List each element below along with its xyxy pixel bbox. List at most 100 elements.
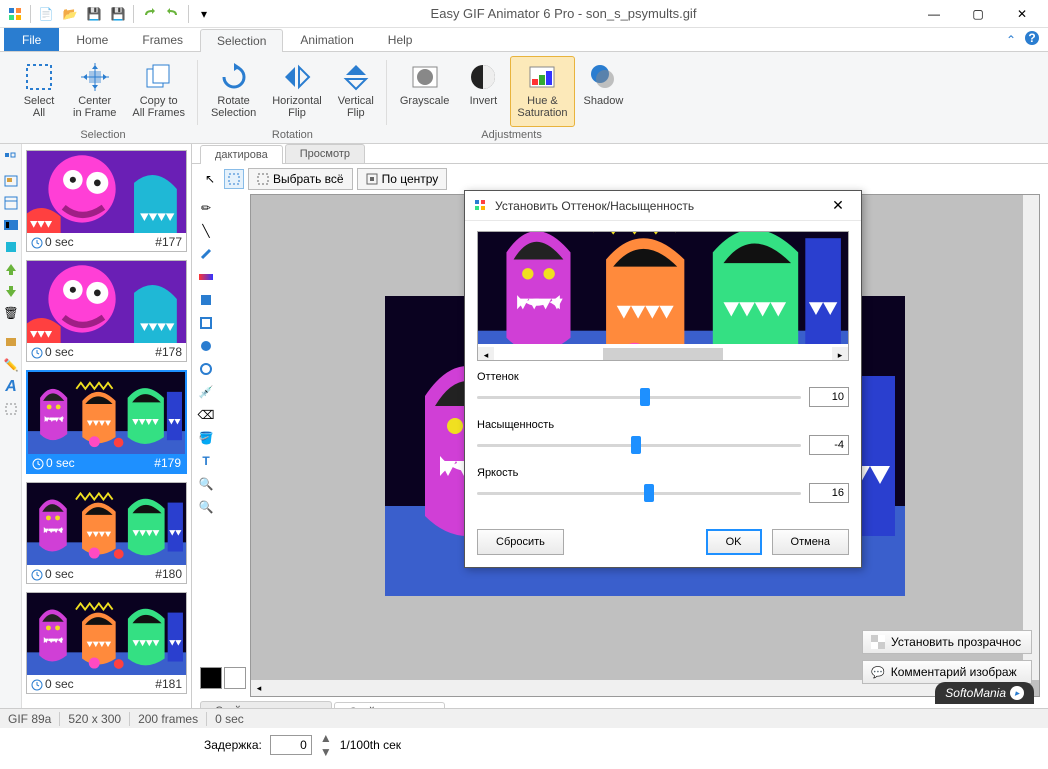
slider-thumb[interactable] — [631, 436, 641, 454]
eraser-icon[interactable]: ⌫ — [196, 405, 216, 425]
menu-tab-frames[interactable]: Frames — [125, 28, 200, 51]
menu-tab-home[interactable]: Home — [59, 28, 125, 51]
rect-outline-icon[interactable] — [196, 313, 216, 333]
new-icon[interactable]: 📄 — [35, 3, 57, 25]
slider-value-input[interactable] — [809, 483, 849, 503]
tool-icon[interactable] — [2, 238, 20, 256]
zoom-in-icon[interactable]: 🔍 — [196, 474, 216, 494]
frame-item[interactable]: 0 sec#180 — [26, 482, 187, 584]
ribbon-shadow-button[interactable]: Shadow — [577, 56, 631, 127]
preview-scrollbar[interactable]: ◂▸ — [478, 347, 848, 361]
frames-panel[interactable]: 0 sec#1770 sec#1780 sec#1790 sec#1800 se… — [22, 144, 192, 708]
undo-icon[interactable] — [138, 3, 160, 25]
svg-text:?: ? — [1028, 31, 1035, 45]
maximize-button[interactable]: ▢ — [956, 1, 1000, 27]
ribbon-group-adjustments: GrayscaleInvertHue &SaturationShadowAdju… — [387, 56, 636, 143]
pencil-icon[interactable]: ✏ — [196, 198, 216, 218]
tool-icon[interactable]: 🗑 — [2, 304, 20, 322]
eyedropper-icon[interactable]: 💉 — [196, 382, 216, 402]
watermark: SoftoMania▸ — [935, 682, 1034, 704]
background-swatch[interactable] — [224, 667, 246, 689]
slider-value-input[interactable] — [809, 387, 849, 407]
ribbon-copy-all-button[interactable]: Copy toAll Frames — [125, 56, 192, 127]
tool-icon[interactable] — [2, 172, 20, 190]
delay-input[interactable] — [270, 735, 312, 755]
ribbon-select-all-button[interactable]: SelectAll — [14, 56, 64, 127]
save-icon[interactable]: 💾 — [83, 3, 105, 25]
tool-icon[interactable] — [2, 194, 20, 212]
qat-dropdown-icon[interactable]: ▾ — [193, 3, 215, 25]
pointer-tool-icon[interactable]: ↖ — [200, 169, 220, 189]
zoom-out-icon[interactable]: 🔍 — [196, 497, 216, 517]
arrow-down-icon[interactable] — [2, 282, 20, 300]
set-transparency-button[interactable]: Установить прозрачнос — [862, 630, 1032, 654]
hflip-icon — [281, 61, 313, 93]
ribbon-vflip-button[interactable]: VerticalFlip — [331, 56, 381, 127]
ok-button[interactable]: OK — [706, 529, 762, 555]
help-icon[interactable]: ? — [1024, 30, 1040, 49]
slider-thumb[interactable] — [640, 388, 650, 406]
file-menu[interactable]: File — [4, 28, 59, 51]
open-icon[interactable]: 📂 — [59, 3, 81, 25]
text-tool-icon[interactable]: A — [2, 378, 20, 396]
slider-track[interactable] — [477, 385, 801, 409]
ribbon-grayscale-button[interactable]: Grayscale — [393, 56, 457, 127]
tool-icon[interactable] — [2, 216, 20, 234]
qat-app-icon[interactable] — [4, 3, 26, 25]
circle-outline-icon[interactable] — [196, 359, 216, 379]
gradient-icon[interactable] — [196, 267, 216, 287]
slider-Яркость: Яркость — [477, 467, 849, 505]
tool-icon[interactable] — [2, 400, 20, 418]
ribbon-invert-button[interactable]: Invert — [458, 56, 508, 127]
slider-thumb[interactable] — [644, 484, 654, 502]
editor-tab[interactable]: Просмотр — [285, 144, 365, 163]
frame-item[interactable]: 0 sec#177 — [26, 150, 187, 252]
status-bar: GIF 89a 520 x 300 200 frames 0 sec — [0, 708, 1048, 728]
titlebar: 📄 📂 💾 💾 ▾ Easy GIF Animator 6 Pro - son_… — [0, 0, 1048, 28]
marquee-tool-icon[interactable] — [224, 169, 244, 189]
dialog-close-button[interactable]: ✕ — [823, 193, 853, 219]
menu-tab-help[interactable]: Help — [371, 28, 430, 51]
redo-icon[interactable] — [162, 3, 184, 25]
select-all-button[interactable]: Выбрать всё — [248, 168, 353, 190]
center-icon — [79, 61, 111, 93]
slider-track[interactable] — [477, 481, 801, 505]
save-all-icon[interactable]: 💾 — [107, 3, 129, 25]
text-icon[interactable]: T — [196, 451, 216, 471]
cancel-button[interactable]: Отмена — [772, 529, 849, 555]
rect-fill-icon[interactable] — [196, 290, 216, 310]
ribbon-collapse-icon[interactable]: ⌃ — [1006, 33, 1016, 47]
quick-access-toolbar: 📄 📂 💾 💾 ▾ — [4, 3, 215, 25]
center-button[interactable]: По центру — [357, 168, 448, 190]
circle-fill-icon[interactable] — [196, 336, 216, 356]
editor-tab[interactable]: дактирова — [200, 145, 283, 164]
fill-icon[interactable]: 🪣 — [196, 428, 216, 448]
frame-item[interactable]: 0 sec#178 — [26, 260, 187, 362]
ribbon-hflip-button[interactable]: HorizontalFlip — [265, 56, 329, 127]
ribbon-group-rotation: RotateSelectionHorizontalFlipVerticalFli… — [198, 56, 387, 143]
brush-icon[interactable] — [196, 244, 216, 264]
tool-icon[interactable] — [2, 150, 20, 168]
frame-item[interactable]: 0 sec#181 — [26, 592, 187, 694]
foreground-swatch[interactable] — [200, 667, 222, 689]
menu-bar: File HomeFramesSelectionAnimationHelp ⌃ … — [0, 28, 1048, 52]
ribbon-rotate-button[interactable]: RotateSelection — [204, 56, 263, 127]
image-comment-button[interactable]: 💬Комментарий изображ — [862, 660, 1032, 684]
arrow-up-icon[interactable] — [2, 260, 20, 278]
slider-value-input[interactable] — [809, 435, 849, 455]
close-button[interactable]: ✕ — [1000, 1, 1044, 27]
ribbon-center-button[interactable]: Centerin Frame — [66, 56, 123, 127]
ribbon-group-label: Selection — [80, 127, 125, 143]
ribbon-hue-button[interactable]: Hue &Saturation — [510, 56, 574, 127]
menu-tab-selection[interactable]: Selection — [200, 29, 283, 52]
minimize-button[interactable]: — — [912, 1, 956, 27]
slider-track[interactable] — [477, 433, 801, 457]
menu-tab-animation[interactable]: Animation — [283, 28, 370, 51]
reset-button[interactable]: Сбросить — [477, 529, 564, 555]
line-icon[interactable]: ╲ — [196, 221, 216, 241]
frame-item[interactable]: 0 sec#179 — [26, 370, 187, 474]
tool-icon[interactable] — [2, 334, 20, 352]
tool-icon[interactable]: ✏️ — [2, 356, 20, 374]
grayscale-icon — [409, 61, 441, 93]
vertical-scrollbar[interactable] — [1023, 195, 1039, 680]
